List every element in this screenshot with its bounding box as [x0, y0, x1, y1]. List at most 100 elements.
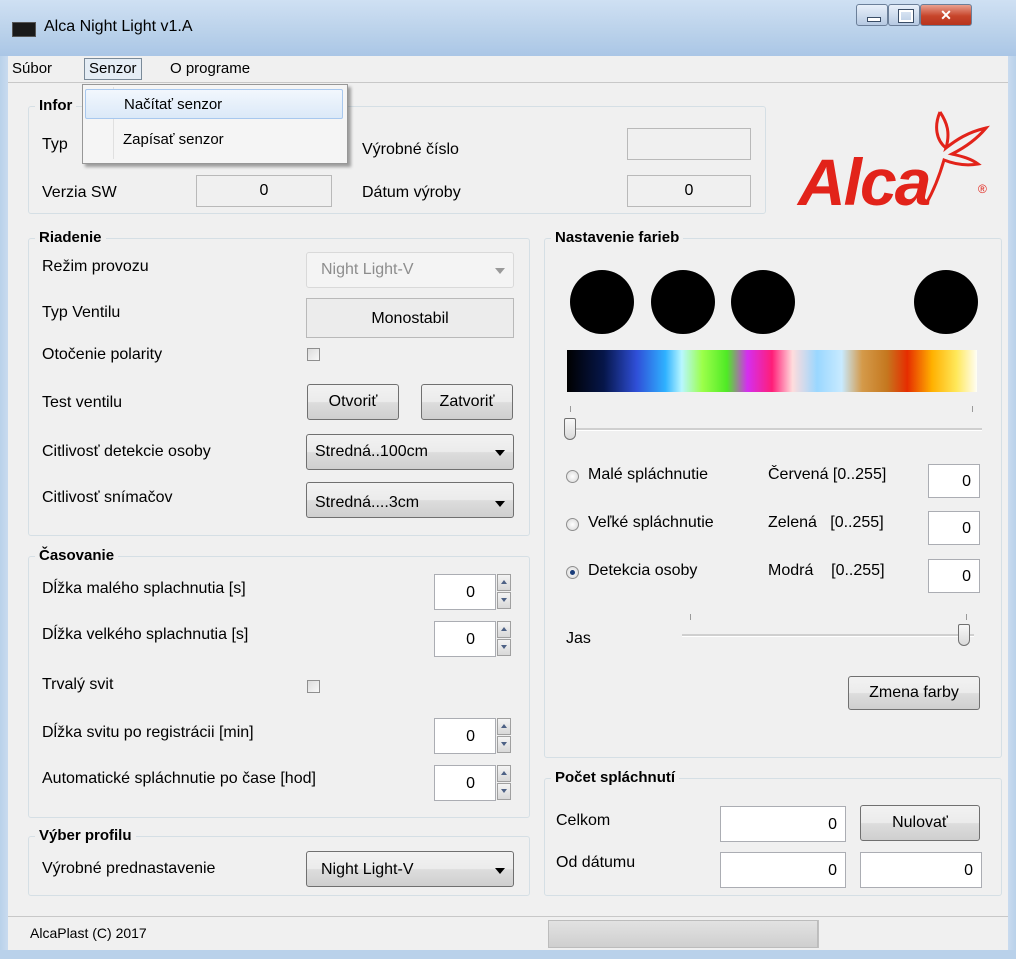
chevron-down-icon	[495, 868, 505, 874]
since-date-label: Od dátumu	[556, 854, 636, 871]
polarity-label: Otočenie polarity	[42, 346, 163, 363]
color-swatch-big-flush	[651, 270, 715, 334]
application-window: Alca Night Light v1.A ✕ Súbor Senzor O p…	[0, 0, 1016, 959]
open-valve-button[interactable]: Otvoriť	[307, 384, 399, 420]
radio-small-flush-label[interactable]: Malé spláchnutie	[588, 466, 708, 484]
window-frame-bottom	[0, 950, 1016, 959]
sensor-sensitivity-label: Citlivosť snímačov	[42, 489, 173, 506]
color-swatch-detection	[731, 270, 795, 334]
sensor-sensitivity-select[interactable]: Stredná....3cm	[306, 482, 514, 518]
registered-mark: ®	[978, 182, 987, 196]
radio-big-flush[interactable]	[566, 518, 579, 531]
menu-bar: Súbor Senzor O programe	[8, 56, 1008, 83]
green-input[interactable]: 0	[928, 511, 980, 545]
color-swatch-extra	[914, 270, 978, 334]
status-progress-panel	[548, 920, 818, 948]
slider-tick	[690, 614, 691, 620]
maximize-button[interactable]	[888, 4, 920, 26]
valve-type-label: Typ Ventilu	[42, 304, 121, 321]
colors-group-title: Nastavenie farieb	[551, 229, 684, 246]
big-flush-label: Dĺžka velkého splachnutia [s]	[42, 626, 249, 643]
radio-detection-label[interactable]: Detekcia osoby	[588, 562, 697, 580]
mode-select-value: Night Light-V	[321, 261, 414, 278]
menu-senzor[interactable]: Senzor	[84, 58, 142, 80]
menu-item-write-sensor[interactable]: Zapísať senzor	[85, 125, 343, 155]
menu-item-read-sensor[interactable]: Načítať senzor	[85, 89, 343, 119]
light-length-label: Dĺžka svitu po registrácii [min]	[42, 724, 254, 741]
chevron-down-icon	[495, 501, 505, 507]
status-text: AlcaPlast (C) 2017	[30, 925, 147, 941]
sw-version-label: Verzia SW	[42, 184, 117, 201]
window-frame-left	[0, 56, 8, 959]
menu-o-programe[interactable]: O programe	[170, 60, 250, 78]
chevron-down-icon	[495, 450, 505, 456]
since-count-field[interactable]: 0	[720, 852, 846, 888]
serial-field	[627, 128, 751, 160]
big-flush-value[interactable]: 0	[434, 621, 496, 657]
profile-select-value: Night Light-V	[321, 861, 414, 878]
minimize-button[interactable]	[856, 4, 888, 26]
radio-detection[interactable]	[566, 566, 579, 579]
reset-button[interactable]: Nulovať	[860, 805, 980, 841]
mode-label: Režim provozu	[42, 258, 149, 275]
valve-type-field: Monostabil	[306, 298, 514, 338]
person-sensitivity-label: Citlivosť detekcie osoby	[42, 443, 211, 460]
serial-label: Výrobné číslo	[362, 141, 459, 158]
profile-select[interactable]: Night Light-V	[306, 851, 514, 887]
light-length-value[interactable]: 0	[434, 718, 496, 754]
flush-count-group-title: Počet spláchnutí	[551, 769, 680, 786]
auto-flush-label: Automatické spláchnutie po čase [hod]	[42, 770, 316, 787]
permanent-light-checkbox[interactable]	[307, 680, 320, 693]
profile-label: Výrobné prednastavenie	[42, 860, 216, 877]
logo-text: Alca	[798, 145, 931, 219]
profile-group-title: Výber profilu	[35, 827, 136, 844]
person-sensitivity-value: Stredná..100cm	[315, 443, 428, 460]
alca-logo: Alca ®	[790, 104, 1000, 224]
sensor-sensitivity-value: Stredná....3cm	[315, 494, 420, 511]
spin-down-icon[interactable]	[497, 736, 511, 753]
brightness-slider-thumb[interactable]	[958, 624, 970, 646]
red-input[interactable]: 0	[928, 464, 980, 498]
manufacture-date-field: 0	[627, 175, 751, 207]
auto-flush-value[interactable]: 0	[434, 765, 496, 801]
spin-up-icon[interactable]	[497, 621, 511, 638]
chevron-down-icon	[495, 268, 505, 274]
spin-down-icon[interactable]	[497, 639, 511, 656]
polarity-checkbox[interactable]	[307, 348, 320, 361]
spin-up-icon[interactable]	[497, 574, 511, 591]
spin-up-icon[interactable]	[497, 718, 511, 735]
slider-tick	[966, 614, 967, 620]
change-color-button[interactable]: Zmena farby	[848, 676, 980, 710]
slider-tick	[972, 406, 973, 412]
control-group-title: Riadenie	[35, 229, 106, 246]
color-slider-thumb[interactable]	[564, 418, 576, 440]
radio-small-flush[interactable]	[566, 470, 579, 483]
total-field[interactable]: 0	[720, 806, 846, 842]
title-bar: Alca Night Light v1.A ✕	[0, 0, 1016, 57]
color-slider-track[interactable]	[566, 428, 982, 431]
close-icon: ✕	[940, 7, 952, 23]
since-date-field[interactable]: 0	[860, 852, 982, 888]
blue-input[interactable]: 0	[928, 559, 980, 593]
close-valve-button[interactable]: Zatvoriť	[421, 384, 513, 420]
minimize-icon	[867, 17, 881, 22]
typ-label: Typ	[42, 136, 68, 153]
radio-big-flush-label[interactable]: Veľké spláchnutie	[588, 514, 714, 532]
spin-down-icon[interactable]	[497, 592, 511, 609]
brightness-slider-track[interactable]	[682, 634, 974, 637]
valve-test-label: Test ventilu	[42, 394, 123, 411]
red-label: Červená [0..255]	[768, 466, 887, 483]
app-icon	[12, 22, 36, 37]
menu-subor[interactable]: Súbor	[12, 60, 52, 78]
spin-down-icon[interactable]	[497, 783, 511, 800]
small-flush-value[interactable]: 0	[434, 574, 496, 610]
window-title: Alca Night Light v1.A	[44, 18, 193, 35]
status-separator	[818, 920, 819, 948]
green-label: Zelená [0..255]	[768, 514, 884, 531]
slider-tick	[570, 406, 571, 412]
close-button[interactable]: ✕	[920, 4, 972, 26]
spin-up-icon[interactable]	[497, 765, 511, 782]
status-bar: AlcaPlast (C) 2017	[8, 916, 1008, 949]
person-sensitivity-select[interactable]: Stredná..100cm	[306, 434, 514, 470]
info-group-title: Infor	[35, 97, 77, 114]
